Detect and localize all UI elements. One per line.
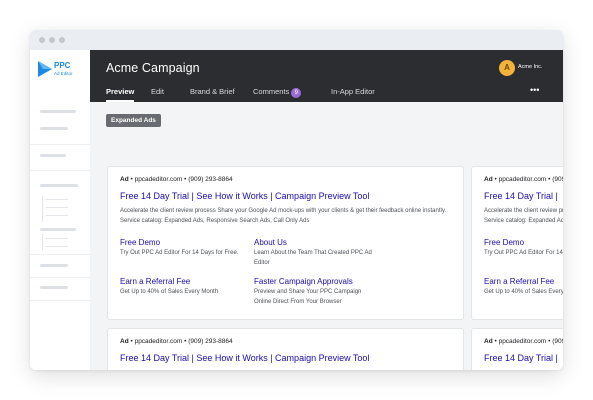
ad-description: Accelerate the client review process Sha… — [120, 208, 447, 224]
ad-headline[interactable]: Free 14 Day Trial | — [484, 353, 558, 363]
tab-preview[interactable]: Preview — [106, 87, 135, 102]
sitelink-description: Try Out PPC Ad Editor For 14 Days for Fr… — [484, 250, 563, 256]
sitelink-title[interactable]: Earn a Referral Fee — [120, 277, 245, 286]
separator-dot: • — [130, 176, 133, 183]
ad-label: Ad — [120, 338, 129, 345]
ad-label: Ad — [484, 338, 493, 345]
sidebar-item-4[interactable] — [40, 184, 78, 187]
window-chrome — [30, 30, 563, 50]
brand-logo-icon[interactable]: A — [499, 60, 515, 76]
sitelink[interactable]: Free Demo Try Out PPC Ad Editor For 14 Da… — [484, 238, 563, 259]
preview-area: Expanded Ads Ad • ppcadeditor.com • (909… — [90, 102, 563, 370]
ad-description: Accelerate the client review process Sha… — [484, 208, 563, 224]
page-title: Acme Campaign — [106, 61, 200, 75]
separator-dot: • — [494, 338, 497, 345]
ad-url-line: Ad • ppcadeditor.com • (909) 293-8864 — [484, 338, 563, 345]
sitelink-title[interactable]: About Us — [254, 238, 379, 247]
comments-count-badge: 9 — [291, 88, 302, 98]
ad-preview-card[interactable]: Ad • ppcadeditor.com • (909) 293-8864 Fre… — [107, 328, 464, 370]
app-window: PPC Ad Editor Acme Campaign A Acme Inc. … — [30, 30, 563, 370]
tab-edit[interactable]: Edit — [151, 87, 164, 96]
ad-description: Accelerate the client review process Sha… — [484, 369, 563, 370]
ad-url-line: Ad • ppcadeditor.com • (909) 293-8864 — [120, 176, 233, 183]
ad-preview-card[interactable]: Ad • ppcadeditor.com • (909) 293-8864 Fre… — [471, 328, 563, 370]
sidebar-subitem[interactable] — [46, 246, 68, 247]
separator-dot: • — [548, 176, 551, 183]
sitelink-title[interactable]: Faster Campaign Approvals — [254, 277, 379, 286]
ad-label: Ad — [484, 176, 493, 183]
sidebar-item-1[interactable] — [40, 110, 76, 113]
sitelink-description: Get Up to 40% of Sales Every Month — [120, 289, 219, 295]
ad-display-url[interactable]: ppcadeditor.com — [135, 338, 183, 345]
campaign-header: Acme Campaign A Acme Inc. Preview Edit B… — [90, 50, 563, 102]
sidebar-divider — [30, 300, 90, 301]
sidebar-subitem[interactable] — [46, 199, 68, 200]
sidebar-tree-line — [42, 196, 43, 222]
sidebar-tree-line — [42, 234, 43, 250]
sidebar-divider — [30, 144, 90, 145]
sidebar-divider — [30, 170, 90, 171]
separator-dot: • — [548, 338, 551, 345]
ad-headline[interactable]: Free 14 Day Trial | — [484, 191, 558, 201]
ad-display-url[interactable]: ppcadeditor.com — [499, 338, 547, 345]
ad-url-line: Ad • ppcadeditor.com • (909) 293-8864 — [120, 338, 233, 345]
sidebar-subitem[interactable] — [46, 215, 68, 216]
ad-display-url[interactable]: ppcadeditor.com — [135, 176, 183, 183]
sitelink-title[interactable]: Earn a Referral Fee — [484, 277, 563, 286]
sidebar-item-6[interactable] — [40, 264, 68, 267]
ad-preview-card[interactable]: Ad • ppcadeditor.com • (909) 293-8864 Fre… — [107, 166, 464, 320]
ad-url-line: Ad • ppcadeditor.com • (909) 293-8864 — [484, 176, 563, 183]
sidebar-item-5[interactable] — [40, 228, 76, 231]
separator-dot: • — [184, 176, 187, 183]
sidebar-subitem[interactable] — [46, 238, 68, 239]
sitelink[interactable]: Free Demo Try Out PPC Ad Editor For 14 Da… — [120, 238, 245, 259]
sidebar-item-7[interactable] — [40, 286, 68, 289]
ad-preview-card[interactable]: Ad • ppcadeditor.com • (909) 293-8864 Fre… — [471, 166, 563, 320]
separator-dot: • — [130, 338, 133, 345]
ad-headline[interactable]: Free 14 Day Trial | See How it Works | C… — [120, 353, 369, 363]
ad-phone[interactable]: (909) 293-8864 — [188, 338, 232, 345]
brand-name[interactable]: Acme Inc. — [518, 64, 542, 70]
ad-description: Accelerate the client review process Sha… — [120, 369, 463, 370]
sitelink[interactable]: About Us Learn About the Team That Create… — [254, 238, 379, 268]
sitelink-description: Learn About the Team That Created PPC Ad… — [254, 250, 372, 266]
separator-dot: • — [494, 176, 497, 183]
window-dot-close[interactable] — [39, 37, 45, 43]
sitelink-description: Try Out PPC Ad Editor For 14 Days for Fr… — [120, 250, 239, 256]
sidebar: PPC Ad Editor — [30, 50, 91, 370]
ad-display-url[interactable]: ppcadeditor.com — [499, 176, 547, 183]
separator-dot: • — [184, 338, 187, 345]
window-dot-minimize[interactable] — [49, 37, 55, 43]
window-dot-maximize[interactable] — [59, 37, 65, 43]
sidebar-divider — [30, 277, 90, 278]
more-options-icon[interactable]: ••• — [530, 85, 539, 95]
sitelink[interactable]: Faster Campaign Approvals Preview and Sha… — [254, 277, 379, 307]
ad-phone[interactable]: (909) 293-8864 — [552, 338, 563, 345]
tab-in-app-editor[interactable]: In-App Editor — [331, 87, 375, 96]
logo-text-top: PPC — [54, 61, 71, 70]
ad-label: Ad — [120, 176, 129, 183]
ad-phone[interactable]: (909) 293-8864 — [188, 176, 232, 183]
section-chip-expanded-ads[interactable]: Expanded Ads — [106, 114, 161, 127]
sitelink-description: Preview and Share Your PPC Campaign Onli… — [254, 289, 362, 305]
tab-comments-label: Comments — [253, 87, 290, 96]
logo-text-bottom: Ad Editor — [54, 71, 73, 76]
ad-phone[interactable]: (909) 293-8864 — [552, 176, 563, 183]
sidebar-subitem[interactable] — [46, 207, 68, 208]
sitelink-description: Get Up to 40% of Sales Every Month — [484, 289, 563, 295]
sidebar-item-2[interactable] — [40, 127, 68, 130]
sitelink[interactable]: Earn a Referral Fee Get Up to 40% of Sale… — [484, 277, 563, 298]
sitelink-title[interactable]: Free Demo — [120, 238, 245, 247]
tab-brand-brief[interactable]: Brand & Brief — [190, 87, 235, 96]
tab-comments[interactable]: Comments 9 — [253, 87, 302, 98]
ad-headline[interactable]: Free 14 Day Trial | See How it Works | C… — [120, 191, 369, 201]
sidebar-divider — [30, 254, 90, 255]
sitelink[interactable]: Earn a Referral Fee Get Up to 40% of Sale… — [120, 277, 245, 298]
ppc-ad-editor-logo[interactable]: PPC Ad Editor — [38, 58, 84, 80]
sitelink-title[interactable]: Free Demo — [484, 238, 563, 247]
sidebar-item-3[interactable] — [40, 154, 66, 157]
